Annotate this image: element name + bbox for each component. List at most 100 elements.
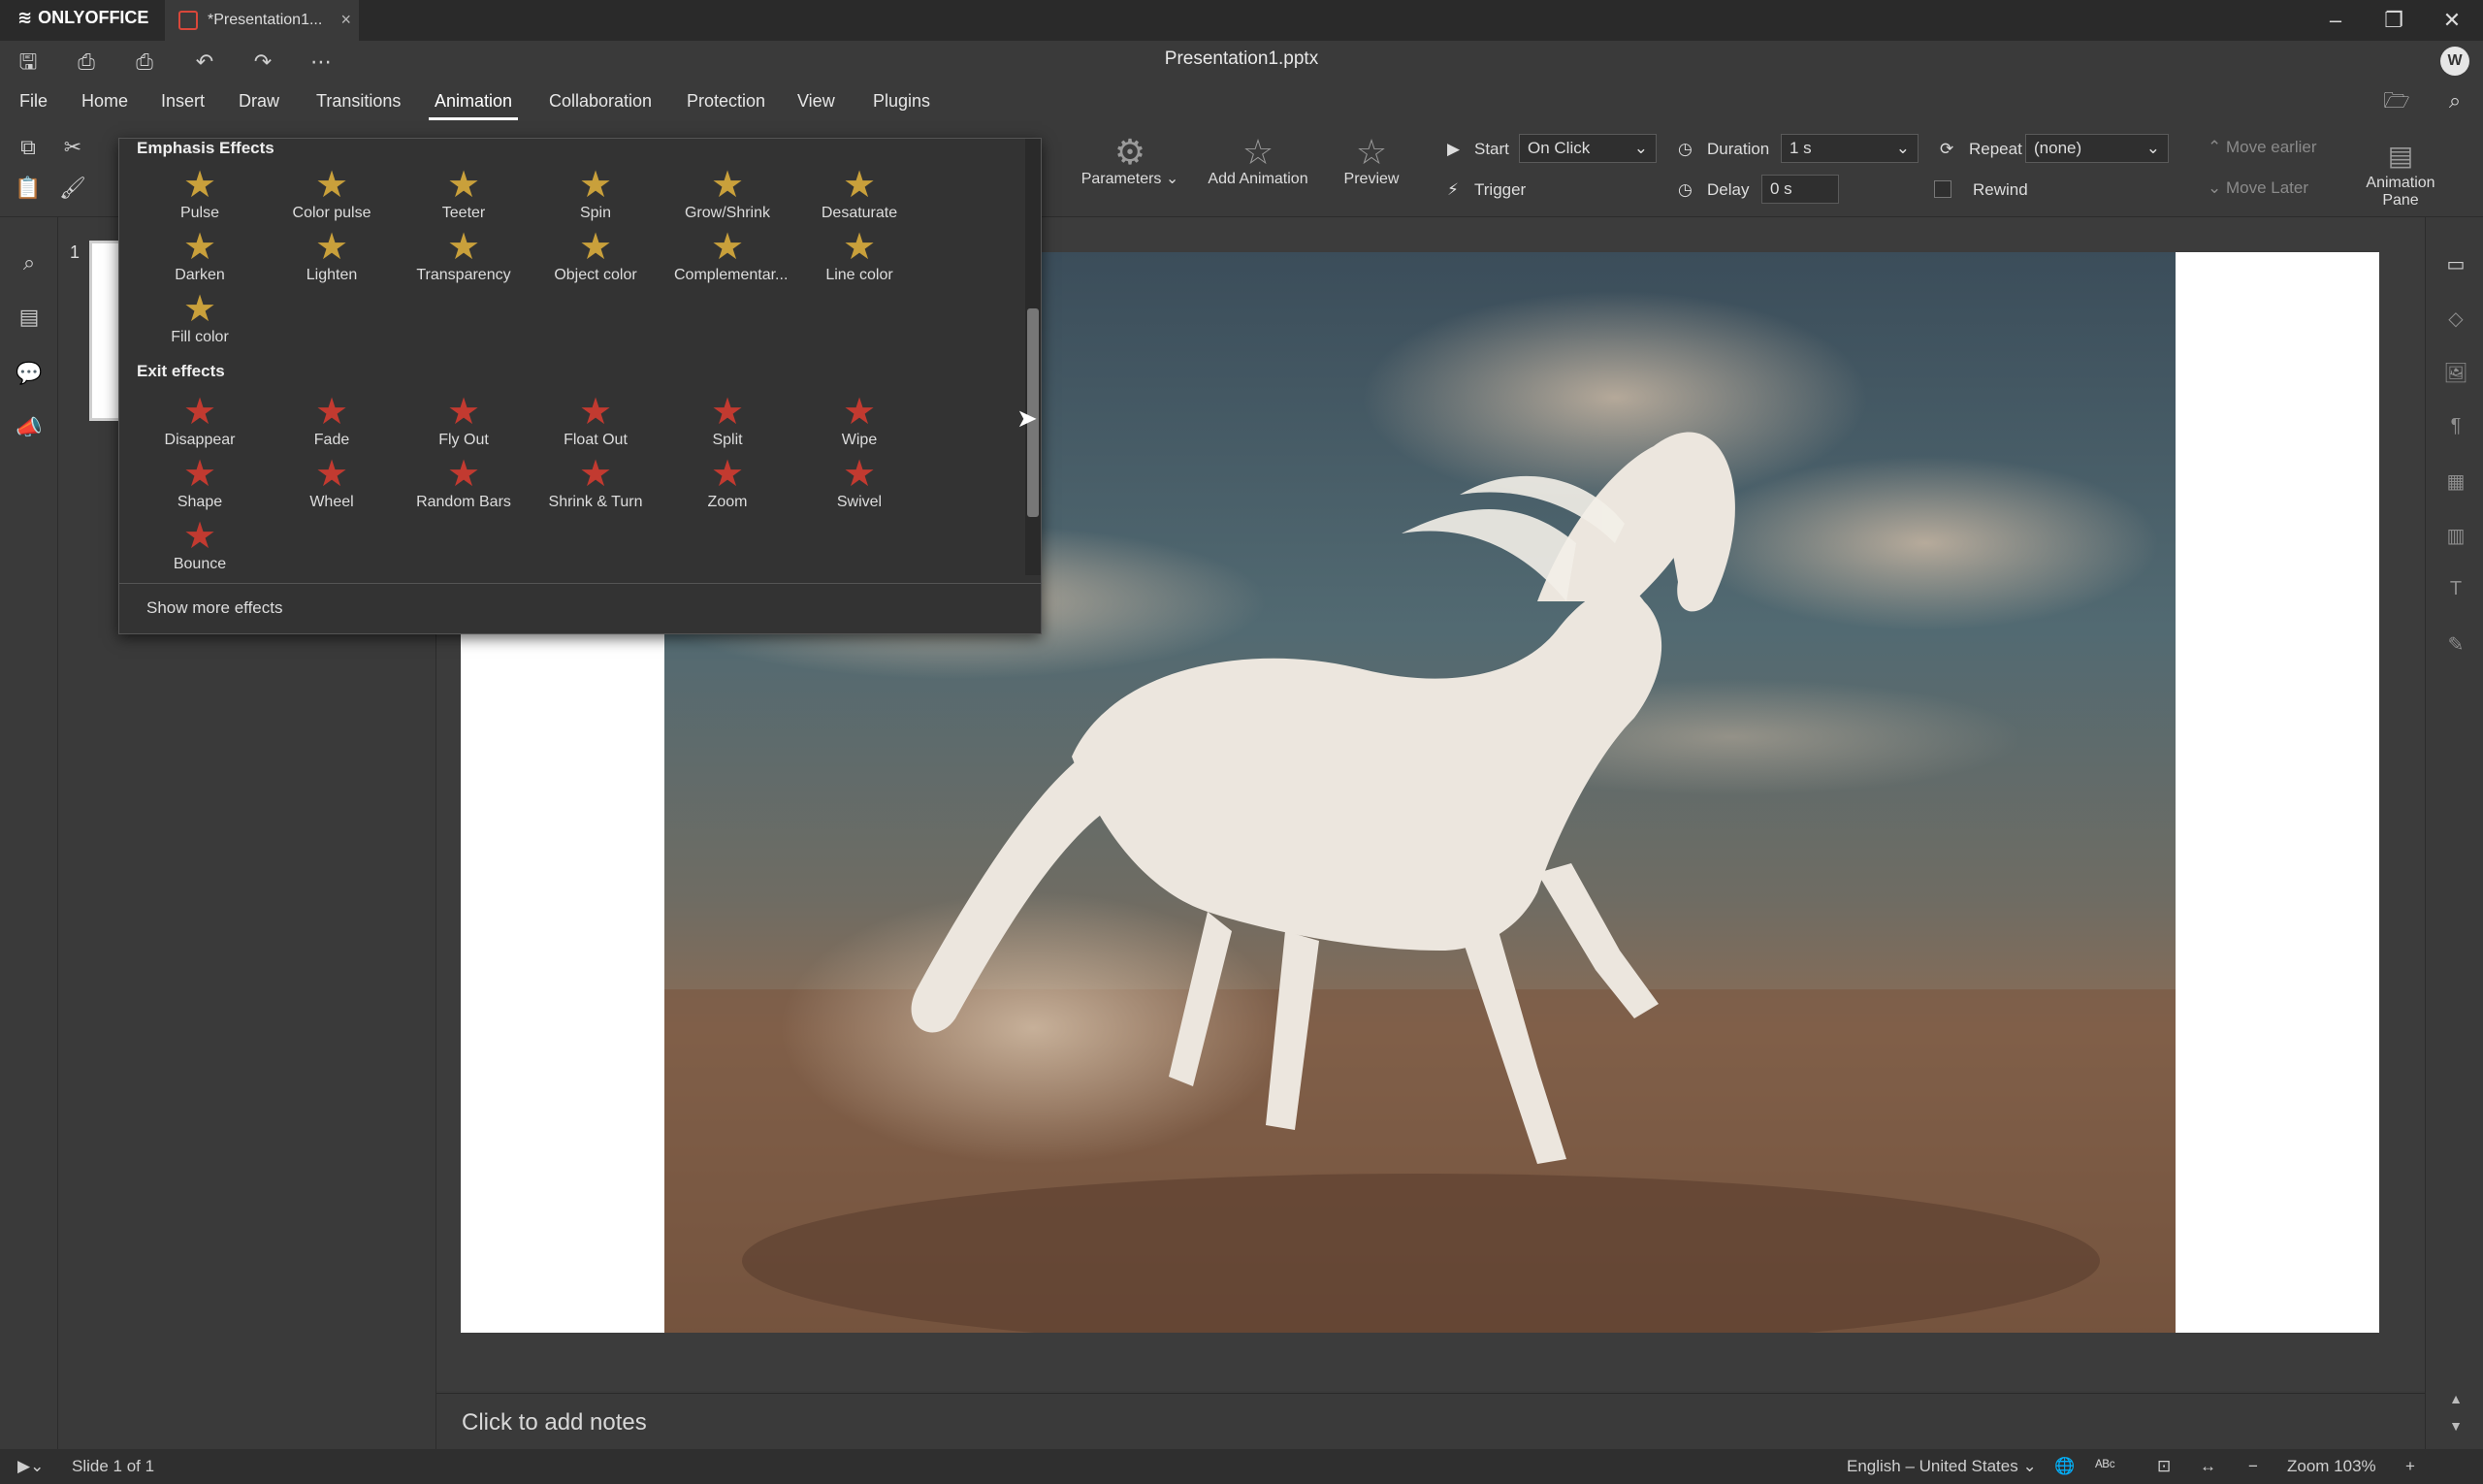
effect-wheel[interactable]: ★ Wheel bbox=[278, 455, 385, 511]
tab-draw[interactable]: Draw bbox=[233, 89, 285, 113]
effect-pulse[interactable]: ★ Pulse bbox=[146, 166, 253, 222]
slide-settings-icon[interactable]: ▭ bbox=[2443, 252, 2468, 277]
zoom-in-icon[interactable]: + bbox=[2405, 1457, 2415, 1476]
parameters-button[interactable]: ⚙ Parameters ⌄ bbox=[1077, 134, 1183, 188]
format-painter-icon[interactable]: 🖌 bbox=[58, 175, 87, 202]
tab-insert[interactable]: Insert bbox=[155, 89, 210, 113]
quick-print-icon[interactable]: ⎙ bbox=[130, 48, 159, 76]
effect-fade[interactable]: ★ Fade bbox=[278, 393, 385, 449]
notes-placeholder[interactable]: Click to add notes bbox=[462, 1409, 647, 1436]
effect-wipe[interactable]: ★ Wipe bbox=[806, 393, 913, 449]
tab-transitions[interactable]: Transitions bbox=[310, 89, 406, 113]
effect-zoom[interactable]: ★ Zoom bbox=[674, 455, 781, 511]
effect-desaturate[interactable]: ★ Desaturate bbox=[806, 166, 913, 222]
redo-icon[interactable]: ↷ bbox=[248, 48, 277, 76]
effect-label: Desaturate bbox=[821, 205, 898, 221]
effect-label: Zoom bbox=[707, 494, 748, 510]
effect-random-bars[interactable]: ★ Random Bars bbox=[410, 455, 517, 511]
close-window-button[interactable]: ✕ bbox=[2433, 4, 2471, 37]
scroll-down-icon[interactable]: ▼ bbox=[2443, 1418, 2468, 1443]
effect-float-out[interactable]: ★ Float Out bbox=[542, 393, 649, 449]
comments-icon[interactable]: 💬 bbox=[16, 361, 43, 388]
start-select[interactable]: On Click ⌄ bbox=[1519, 134, 1657, 163]
feedback-icon[interactable]: 📣 bbox=[16, 415, 43, 442]
paste-icon[interactable]: 📋 bbox=[14, 175, 43, 202]
tab-plugins[interactable]: Plugins bbox=[867, 89, 936, 113]
trigger-button[interactable]: Trigger bbox=[1474, 180, 1526, 200]
animation-pane-button[interactable]: ▤ Animation Pane bbox=[2347, 138, 2454, 210]
move-earlier-button[interactable]: ⌃ Move earlier bbox=[2208, 138, 2317, 157]
signature-settings-icon[interactable]: ✎ bbox=[2443, 632, 2468, 658]
effect-transparency[interactable]: ★ Transparency bbox=[410, 228, 517, 284]
cut-icon[interactable]: ✂ bbox=[58, 134, 87, 161]
effect-star-icon: ★ bbox=[578, 227, 613, 268]
tab-view[interactable]: View bbox=[791, 89, 841, 113]
close-tab-icon[interactable]: × bbox=[340, 10, 351, 30]
effect-teeter[interactable]: ★ Teeter bbox=[410, 166, 517, 222]
spellcheck-icon[interactable]: ᴬᴮᶜ bbox=[2095, 1457, 2115, 1476]
fit-slide-icon[interactable]: ⊡ bbox=[2157, 1457, 2171, 1476]
effect-split[interactable]: ★ Split bbox=[674, 393, 781, 449]
slides-icon[interactable]: ▤ bbox=[16, 305, 43, 332]
tab-home[interactable]: Home bbox=[76, 89, 134, 113]
user-avatar[interactable]: W bbox=[2440, 47, 2469, 76]
effect-star-icon: ★ bbox=[842, 454, 877, 495]
effect-fly-out[interactable]: ★ Fly Out bbox=[410, 393, 517, 449]
undo-icon[interactable]: ↶ bbox=[190, 48, 219, 76]
tab-animation[interactable]: Animation bbox=[429, 89, 519, 120]
effect-shrink-turn[interactable]: ★ Shrink & Turn bbox=[542, 455, 649, 511]
fit-width-icon[interactable]: ↔ bbox=[2200, 1457, 2216, 1476]
language-selector[interactable]: English – United States ⌄ bbox=[1847, 1457, 2037, 1476]
more-icon[interactable]: ⋯ bbox=[306, 48, 336, 76]
save-icon[interactable]: 🖫 bbox=[14, 48, 43, 76]
delay-clock-icon: ◷ bbox=[1678, 180, 1693, 199]
open-file-location-icon[interactable]: 🗁 bbox=[2382, 87, 2411, 114]
effect-grow-shrink[interactable]: ★ Grow/Shrink bbox=[674, 166, 781, 222]
globe-icon[interactable]: 🌐 bbox=[2054, 1457, 2075, 1476]
effect-complementar[interactable]: ★ Complementar... bbox=[674, 228, 788, 284]
tab-file[interactable]: File bbox=[14, 89, 53, 113]
effect-line-color[interactable]: ★ Line color bbox=[806, 228, 913, 284]
chart-settings-icon[interactable]: ▥ bbox=[2443, 524, 2468, 549]
add-animation-button[interactable]: ☆ Add Animation bbox=[1205, 134, 1311, 188]
effect-bounce[interactable]: ★ Bounce bbox=[146, 517, 253, 573]
minimize-button[interactable]: – bbox=[2316, 4, 2355, 37]
copy-icon[interactable]: ⧉ bbox=[14, 134, 43, 161]
search-icon[interactable]: ⌕ bbox=[16, 250, 43, 277]
effect-swivel[interactable]: ★ Swivel bbox=[806, 455, 913, 511]
document-tab[interactable]: *Presentation1... × bbox=[165, 0, 359, 41]
notes-panel[interactable]: Click to add notes bbox=[436, 1393, 2425, 1449]
preview-button[interactable]: ☆ Preview bbox=[1323, 134, 1420, 188]
restore-button[interactable]: ❐ bbox=[2374, 4, 2413, 37]
rewind-checkbox[interactable] bbox=[1934, 180, 1951, 198]
table-settings-icon[interactable]: ▦ bbox=[2443, 469, 2468, 495]
scroll-up-icon[interactable]: ▲ bbox=[2443, 1391, 2468, 1416]
shape-settings-icon[interactable]: ◇ bbox=[2443, 306, 2468, 332]
menu-bar: File Home Insert Draw Transitions Animat… bbox=[0, 81, 2483, 120]
effect-darken[interactable]: ★ Darken bbox=[146, 228, 253, 284]
effect-shape[interactable]: ★ Shape bbox=[146, 455, 253, 511]
effect-object-color[interactable]: ★ Object color bbox=[542, 228, 649, 284]
dropdown-scrollbar[interactable] bbox=[1025, 139, 1041, 575]
paragraph-settings-icon[interactable]: ¶ bbox=[2443, 415, 2468, 440]
repeat-select[interactable]: (none) ⌄ bbox=[2025, 134, 2169, 163]
delay-input[interactable]: 0 s bbox=[1761, 175, 1839, 204]
print-icon[interactable]: ⎙ bbox=[72, 48, 101, 76]
search-icon[interactable]: ⌕ bbox=[2440, 87, 2469, 114]
show-more-effects-link[interactable]: Show more effects bbox=[146, 598, 282, 618]
effect-spin[interactable]: ★ Spin bbox=[542, 166, 649, 222]
effect-disappear[interactable]: ★ Disappear bbox=[146, 393, 253, 449]
zoom-out-icon[interactable]: − bbox=[2248, 1457, 2258, 1476]
effect-star-icon: ★ bbox=[446, 392, 481, 433]
effect-lighten[interactable]: ★ Lighten bbox=[278, 228, 385, 284]
image-settings-icon[interactable]: 🖼 bbox=[2443, 361, 2468, 386]
duration-select[interactable]: 1 s ⌄ bbox=[1781, 134, 1919, 163]
slideshow-play-icon[interactable]: ▶⌄ bbox=[17, 1457, 44, 1476]
effect-star-icon: ★ bbox=[182, 289, 217, 330]
effect-color-pulse[interactable]: ★ Color pulse bbox=[278, 166, 385, 222]
effect-fill-color[interactable]: ★ Fill color bbox=[146, 290, 253, 346]
tab-collaboration[interactable]: Collaboration bbox=[543, 89, 658, 113]
text-art-settings-icon[interactable]: T bbox=[2443, 578, 2468, 603]
move-later-button[interactable]: ⌄ Move Later bbox=[2208, 178, 2308, 198]
tab-protection[interactable]: Protection bbox=[681, 89, 771, 113]
